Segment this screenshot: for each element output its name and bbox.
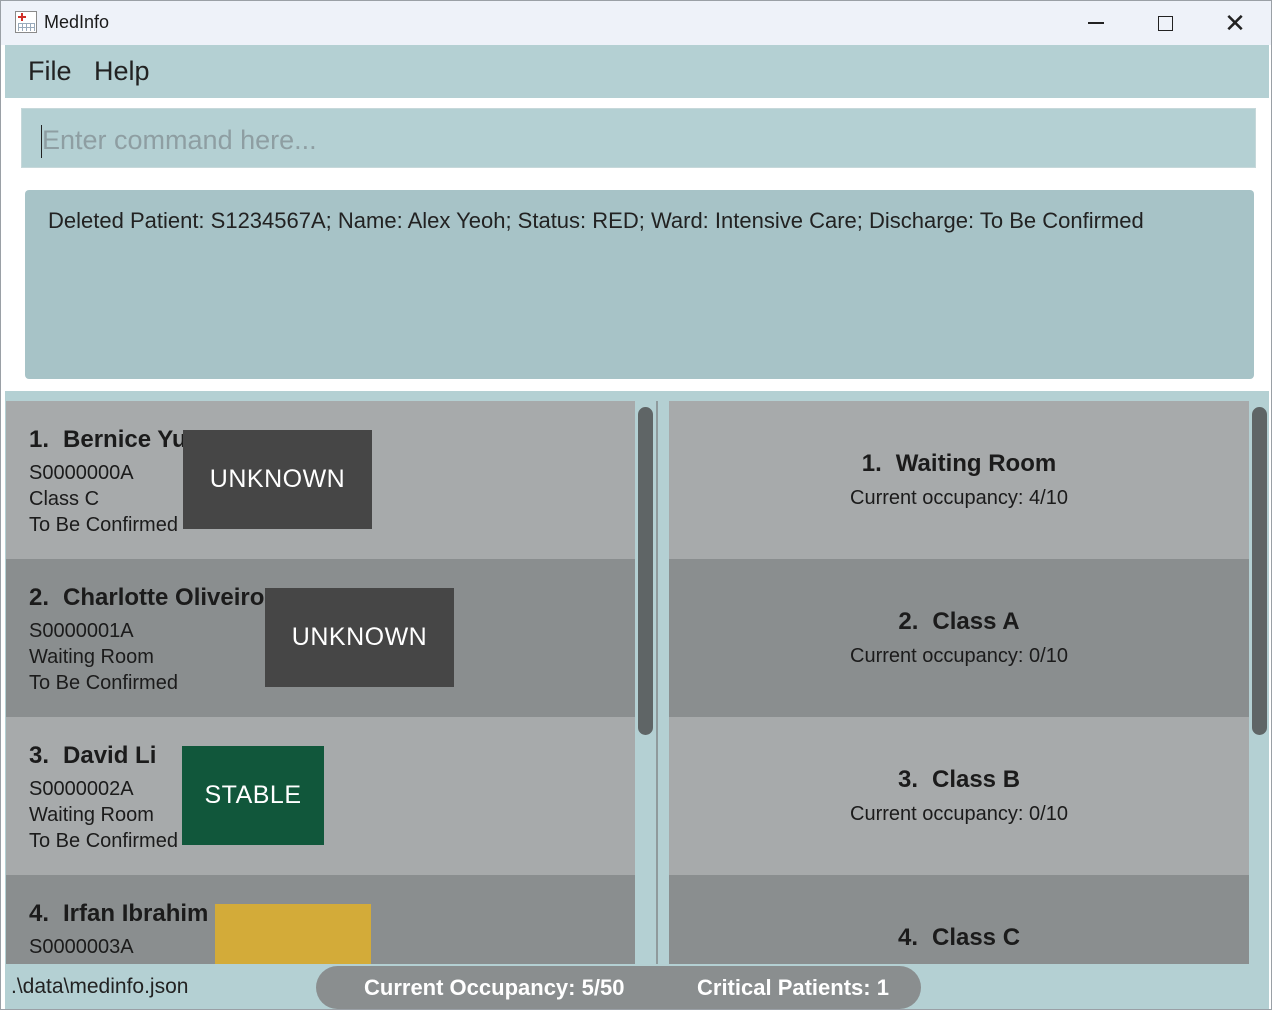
ward-card[interactable]: 4. Class C <box>669 875 1249 964</box>
ward-card[interactable]: 2. Class A Current occupancy: 0/10 <box>669 559 1249 717</box>
patient-name: David Li <box>63 742 157 769</box>
ward-card[interactable]: 1. Waiting Room Current occupancy: 4/10 <box>669 401 1249 559</box>
ward-index: 2. <box>898 608 919 635</box>
minimize-button[interactable] <box>1061 1 1131 45</box>
ward-occupancy: Current occupancy: 4/10 <box>850 487 1068 509</box>
patient-nric: S0000002A <box>29 778 134 800</box>
patient-name-row: 4. Irfan Ibrahim <box>29 900 208 928</box>
patient-index: 4. <box>29 900 50 927</box>
main-panel: 1. Bernice Yu S0000000A Class C To Be Con… <box>5 391 1269 964</box>
status-badge: SERIOUS <box>215 904 371 964</box>
menu-file[interactable]: File <box>28 56 72 87</box>
ward-index: 1. <box>861 450 882 477</box>
ward-list[interactable]: 1. Waiting Room Current occupancy: 4/10 2… <box>669 401 1249 964</box>
ward-card[interactable]: 3. Class B Current occupancy: 0/10 <box>669 717 1249 875</box>
patient-name-row: 2. Charlotte Oliveiro <box>29 584 264 612</box>
ward-name-row: 3. Class B <box>669 766 1249 794</box>
ward-name-row: 2. Class A <box>669 608 1249 636</box>
patient-nric: S0000001A <box>29 620 134 642</box>
close-icon: ✕ <box>1224 8 1246 38</box>
status-bar: .\data\medinfo.json Current Occupancy: 5… <box>5 964 1269 1009</box>
patient-ward: Waiting Room <box>29 646 154 668</box>
patient-index: 1. <box>29 426 50 453</box>
occupancy-summary: Current Occupancy: 5/50 Critical Patient… <box>316 966 921 1009</box>
window-title: MedInfo <box>44 12 110 32</box>
command-placeholder: Enter command here... <box>42 125 317 155</box>
maximize-button[interactable] <box>1130 1 1200 45</box>
patient-index: 2. <box>29 584 50 611</box>
ward-list-scrollbar[interactable] <box>1249 401 1269 964</box>
patient-discharge: To Be Confirmed <box>29 514 178 536</box>
patient-card[interactable]: 1. Bernice Yu S0000000A Class C To Be Con… <box>6 401 635 559</box>
command-area: Enter command here... Deleted Patient: S… <box>5 98 1269 391</box>
patient-name-row: 1. Bernice Yu <box>29 426 187 454</box>
menu-bar: File Help <box>5 45 1269 98</box>
critical-patients: Critical Patients: 1 <box>697 975 889 1000</box>
ward-occupancy: Current occupancy: 0/10 <box>850 803 1068 825</box>
patient-index: 3. <box>29 742 50 769</box>
patient-name-row: 3. David Li <box>29 742 156 770</box>
data-file-path: .\data\medinfo.json <box>11 975 189 998</box>
status-badge: STABLE <box>182 746 324 845</box>
patient-nric: S0000003A <box>29 936 134 958</box>
scrollbar-thumb[interactable] <box>1252 407 1267 735</box>
command-input[interactable]: Enter command here... <box>21 108 1256 168</box>
result-message: Deleted Patient: S1234567A; Name: Alex Y… <box>48 208 1144 233</box>
current-occupancy: Current Occupancy: 5/50 <box>364 975 625 1000</box>
patient-card[interactable]: 2. Charlotte Oliveiro S0000001A Waiting R… <box>6 559 635 717</box>
ward-index: 4. <box>897 924 918 951</box>
patient-discharge: To Be Confirmed <box>29 672 178 694</box>
status-badge: UNKNOWN <box>183 430 372 529</box>
patient-name: Charlotte Oliveiro <box>63 584 265 611</box>
patient-ward: Class C <box>29 488 100 510</box>
patient-discharge: To Be Confirmed <box>29 830 178 852</box>
minimize-icon <box>1088 22 1104 24</box>
patient-list-scrollbar[interactable] <box>635 401 655 964</box>
maximize-icon <box>1157 15 1173 31</box>
patient-ward: Waiting Room <box>29 804 154 826</box>
ward-name: Class C <box>931 924 1021 951</box>
ward-index: 3. <box>897 766 918 793</box>
ward-occupancy: Current occupancy: 0/10 <box>850 645 1068 667</box>
ward-name: Class A <box>932 608 1020 635</box>
pane-divider[interactable] <box>656 401 658 964</box>
ward-name: Waiting Room <box>895 450 1057 477</box>
scrollbar-thumb[interactable] <box>638 407 653 735</box>
patient-name: Bernice Yu <box>63 426 187 453</box>
patient-card[interactable]: 3. David Li S0000002A Waiting Room To Be … <box>6 717 635 875</box>
result-display[interactable]: Deleted Patient: S1234567A; Name: Alex Y… <box>25 190 1254 379</box>
ward-name-row: 1. Waiting Room <box>669 450 1249 478</box>
medinfo-window: MedInfo ✕ File Help Enter command here..… <box>0 0 1272 1010</box>
menu-help[interactable]: Help <box>94 56 150 87</box>
title-bar[interactable]: MedInfo ✕ <box>1 1 1271 45</box>
status-badge: UNKNOWN <box>265 588 454 687</box>
ward-name-row: 4. Class C <box>669 924 1249 952</box>
medinfo-app-icon <box>15 11 37 33</box>
patient-card[interactable]: 4. Irfan Ibrahim S0000003A SERIOUS <box>6 875 635 964</box>
ward-name: Class B <box>931 766 1021 793</box>
close-button[interactable]: ✕ <box>1200 1 1270 45</box>
patient-list[interactable]: 1. Bernice Yu S0000000A Class C To Be Con… <box>6 401 635 964</box>
patient-nric: S0000000A <box>29 462 134 484</box>
patient-name: Irfan Ibrahim <box>63 900 209 927</box>
